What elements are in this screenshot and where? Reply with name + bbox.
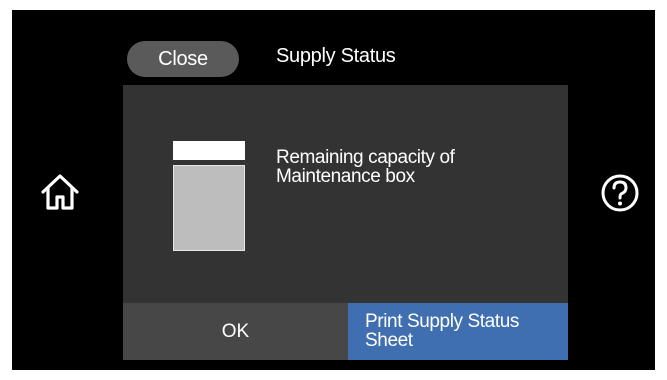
screen-title: Supply Status	[276, 45, 396, 67]
print-supply-status-sheet-button[interactable]: Print Supply Status Sheet	[348, 303, 568, 360]
help-icon[interactable]	[600, 173, 640, 213]
printer-panel-screen: Close Supply Status Remaining capacity o…	[12, 10, 655, 370]
gauge-label: Remaining capacity of Maintenance box	[276, 147, 455, 187]
gauge-fill-level	[173, 165, 245, 251]
supply-status-dialog: Remaining capacity of Maintenance box OK…	[123, 85, 568, 360]
maintenance-box-gauge	[173, 141, 245, 251]
close-button[interactable]: Close	[127, 41, 239, 77]
ok-button[interactable]: OK	[123, 303, 348, 360]
home-icon[interactable]	[38, 170, 82, 214]
gauge-empty-portion	[173, 141, 245, 160]
